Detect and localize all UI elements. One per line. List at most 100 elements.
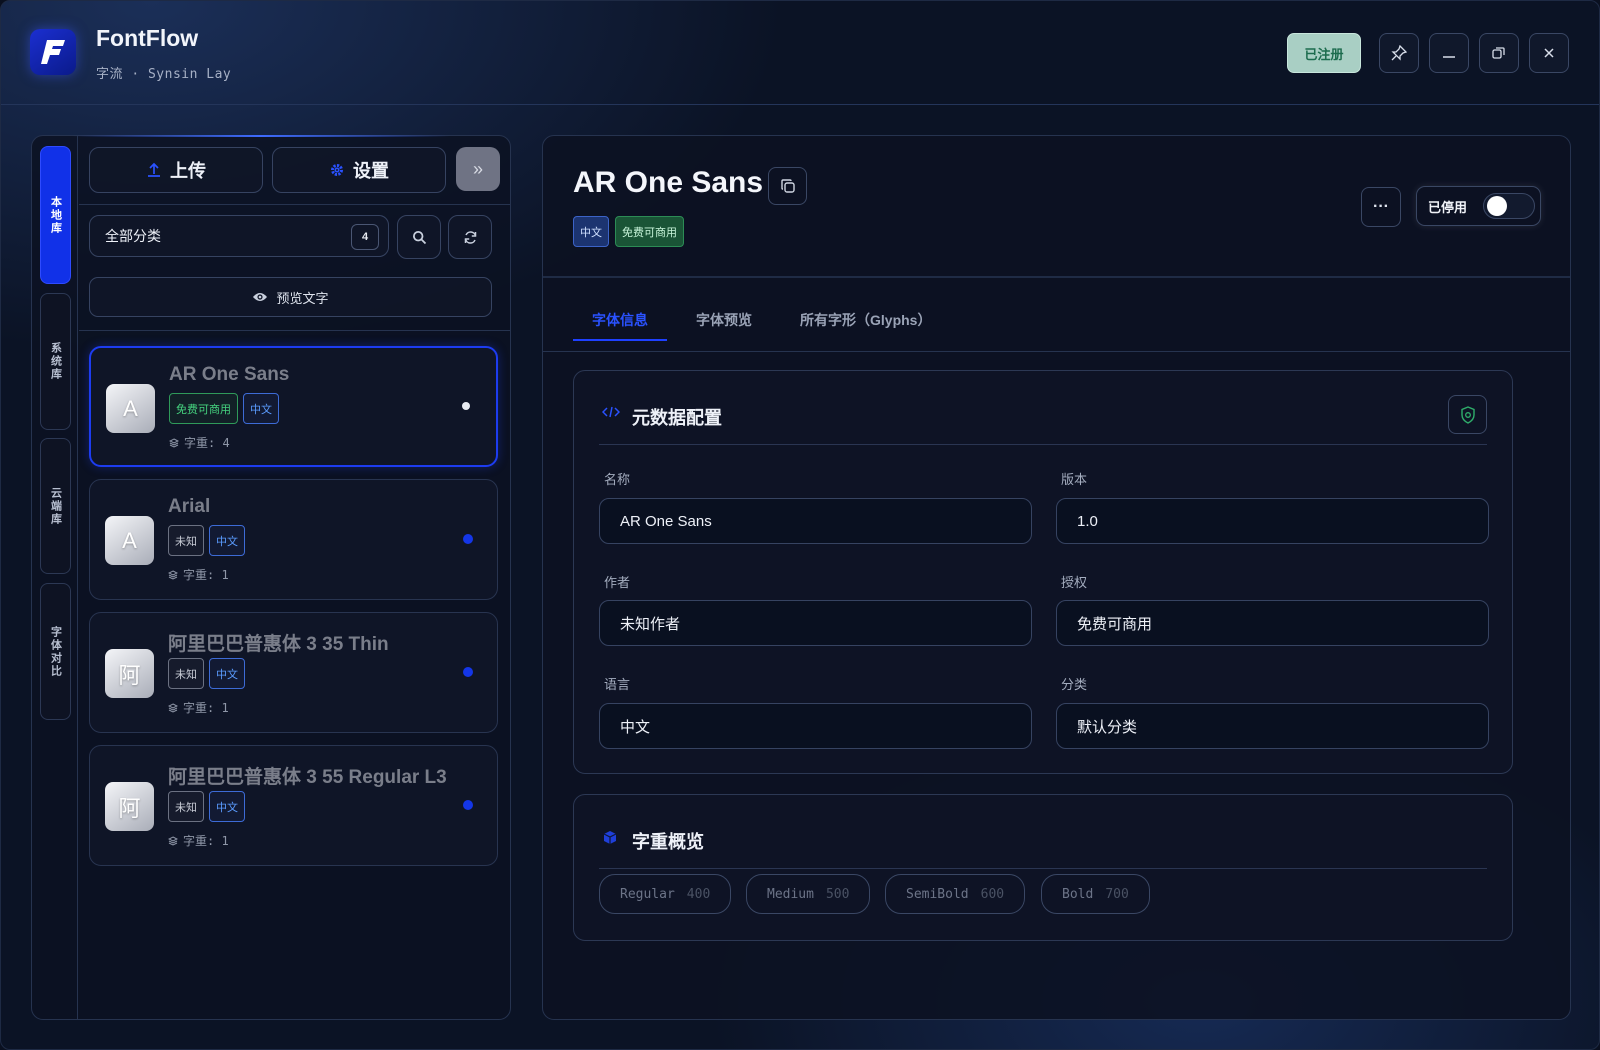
gear-icon [331,164,343,176]
divider [543,276,1570,278]
expand-panel-button[interactable]: » [456,147,500,191]
category-label: 分类 [1061,677,1088,692]
layers-icon [168,569,178,580]
category-field[interactable]: 默认分类 [1056,703,1489,749]
weight-count-label: 字重: 1 [183,834,229,848]
upload-icon [148,162,160,177]
search-button[interactable] [397,215,441,259]
divider [599,868,1487,869]
app-logo [30,29,76,75]
license-tag: 未知 [168,525,204,556]
weight-name: SemiBold [906,886,969,902]
active-tab-indicator [573,339,667,341]
refresh-button[interactable] [448,215,492,259]
minimize-button[interactable] [1429,33,1469,73]
font-detail-title: AR One Sans [573,166,764,199]
name-label: 名称 [604,472,631,487]
weight-chip[interactable]: Medium 500 [746,874,871,914]
font-avatar: A [106,384,155,433]
font-name: Arial [168,496,211,517]
language-field[interactable]: 中文 [599,703,1032,749]
enable-toggle[interactable] [1483,193,1536,219]
weight-chip[interactable]: Bold 700 [1041,874,1150,914]
metadata-title: 元数据配置 [632,408,722,428]
settings-button[interactable]: 设置 [272,147,446,193]
restore-icon [1492,47,1505,59]
weight-count: 字重: 1 [168,566,229,583]
upload-button[interactable]: 上传 [89,147,263,193]
tab-font-compare[interactable]: 字体对比 [40,583,71,720]
weights-title: 字重概览 [632,832,704,852]
status-dot [463,800,473,810]
copy-name-button[interactable] [768,167,807,205]
font-name: 阿里巴巴普惠体 3 55 Regular L3 [168,767,447,788]
tab-local-library[interactable]: 本地库 [40,146,71,284]
weight-count: 字重: 1 [168,699,229,716]
font-name: 阿里巴巴普惠体 3 35 Thin [168,634,389,655]
font-avatar: 阿 [105,782,154,831]
license-tag: 未知 [168,658,204,689]
logo-f-icon [41,40,65,64]
divider [79,204,510,205]
weight-chip[interactable]: Regular 400 [599,874,732,914]
weight-count-label: 字重: 4 [184,436,230,450]
weight-value: 500 [825,886,850,902]
layers-icon [169,437,179,448]
more-options-button[interactable]: ··· [1361,187,1401,227]
upload-label: 上传 [170,161,206,181]
font-list-item[interactable]: 阿 阿里巴巴普惠体 3 55 Regular L3 未知 中文 字重: 1 [89,745,498,866]
metadata-section: 元数据配置 名称 AR One Sans 版本 1.0 作者 未知作者 授权 免… [573,370,1513,774]
language-tag: 中文 [209,658,245,689]
status-label: 已停用 [1428,199,1468,215]
restore-button[interactable] [1479,33,1519,73]
font-list-item[interactable]: A Arial 未知 中文 字重: 1 [89,479,498,600]
enable-toggle-control[interactable]: 已停用 [1416,186,1541,226]
close-button[interactable] [1529,33,1569,73]
search-icon [412,230,426,244]
weight-chip[interactable]: SemiBold 600 [885,874,1026,914]
registered-badge[interactable]: 已注册 [1287,33,1361,73]
weight-name: Bold [1062,886,1094,902]
language-tag: 中文 [209,525,245,556]
tab-font-info[interactable]: 字体信息 [592,310,648,330]
layers-icon [168,835,178,846]
settings-label: 设置 [353,161,389,181]
preview-text-button[interactable]: 预览文字 [89,277,492,317]
divider [543,351,1570,352]
language-tag: 中文 [209,791,245,822]
pin-icon [1391,45,1407,61]
weight-name: Regular [620,886,675,902]
version-field[interactable]: 1.0 [1056,498,1489,544]
divider [599,444,1487,445]
license-field[interactable]: 免费可商用 [1056,600,1489,646]
pin-button[interactable] [1379,33,1419,73]
weight-name: Medium [767,886,814,902]
weight-count-label: 字重: 1 [183,701,229,715]
name-field[interactable]: AR One Sans [599,498,1032,544]
weight-value: 400 [686,886,711,902]
font-detail-panel: AR One Sans 中文 免费可商用 ··· 已停用 字体信息 字体预览 所… [542,135,1571,1020]
license-tag: 免费可商用 [615,216,684,247]
minimize-icon [1443,56,1455,58]
code-icon [602,406,620,418]
tab-font-preview[interactable]: 字体预览 [696,310,752,330]
status-dot [463,667,473,677]
category-select[interactable]: 全部分类 4 [89,215,389,257]
shield-button[interactable] [1448,395,1487,434]
app-title: FontFlow [96,25,199,51]
weight-count-label: 字重: 1 [183,568,229,582]
font-list-item[interactable]: A AR One Sans 免费可商用 中文 字重: 4 [89,346,498,467]
box-icon [603,831,617,844]
close-icon [1544,48,1554,58]
language-tag: 中文 [573,216,609,247]
font-list-item[interactable]: 阿 阿里巴巴普惠体 3 35 Thin 未知 中文 字重: 1 [89,612,498,733]
version-label: 版本 [1061,472,1088,487]
tab-all-glyphs[interactable]: 所有字形（Glyphs） [800,310,931,330]
preview-text-label: 预览文字 [276,290,329,306]
tab-system-library[interactable]: 系统库 [40,293,71,430]
tab-cloud-library[interactable]: 云端库 [40,438,71,574]
weight-count: 字重: 4 [169,434,230,451]
language-label: 语言 [604,677,631,692]
author-field[interactable]: 未知作者 [599,600,1032,646]
status-dot [463,534,473,544]
